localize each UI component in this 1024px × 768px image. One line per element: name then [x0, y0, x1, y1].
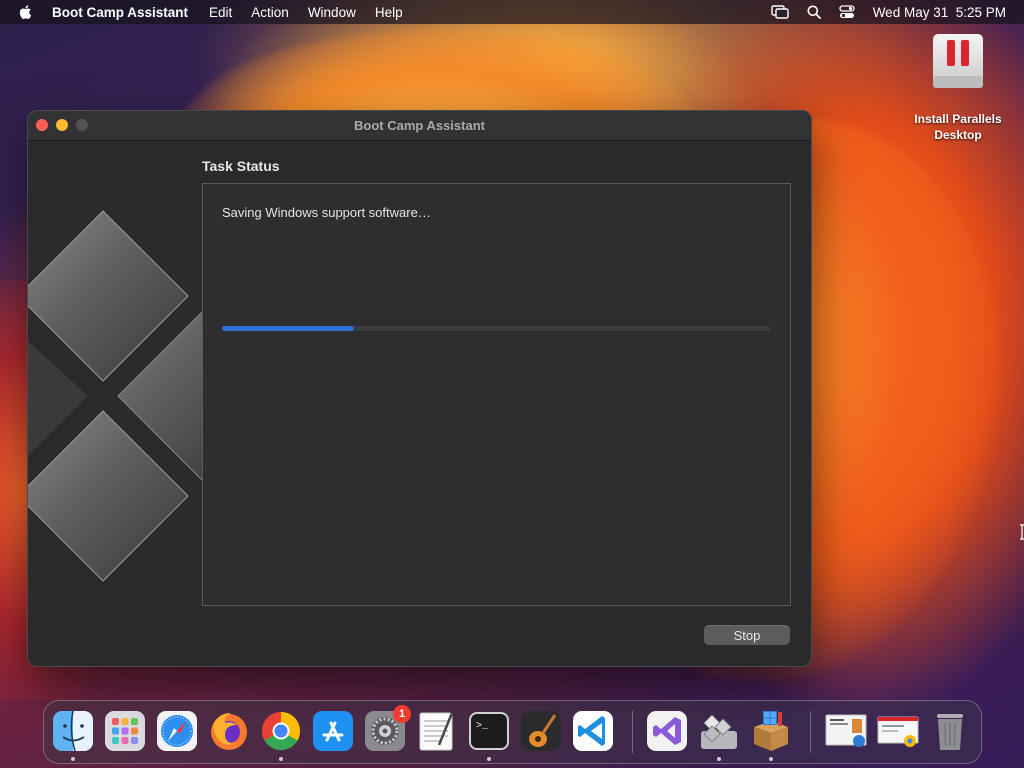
menu-bar-extras: Wed May 31 5:25 PM [770, 0, 1006, 24]
install-parallels-desktop-icon[interactable]: Install Parallels Desktop [900, 32, 1016, 143]
control-center-icon[interactable] [839, 5, 855, 19]
menu-clock[interactable]: Wed May 31 5:25 PM [873, 5, 1006, 20]
menu-action[interactable]: Action [251, 5, 289, 20]
notification-badge: 1 [393, 705, 411, 723]
task-status-heading: Task Status [202, 158, 280, 174]
textedit-icon[interactable] [415, 709, 459, 753]
window-titlebar[interactable]: Boot Camp Assistant [28, 111, 811, 141]
desktop-icon-label-line1: Install Parallels [914, 112, 1002, 126]
menu-help[interactable]: Help [375, 5, 403, 20]
visual-studio-icon[interactable] [645, 709, 689, 753]
menu-window[interactable]: Window [308, 5, 356, 20]
launchpad-icon[interactable] [103, 709, 147, 753]
system-settings-icon[interactable]: 1 [363, 705, 411, 753]
garageband-icon[interactable] [519, 709, 563, 753]
task-status-panel: Saving Windows support software… [202, 183, 791, 606]
desktop-icon-label-line2: Desktop [934, 128, 982, 142]
boot-camp-window: Boot Camp Assistant Task Status Saving W… [27, 110, 812, 667]
spotlight-search-icon[interactable] [807, 5, 821, 19]
app-store-icon[interactable] [311, 709, 355, 753]
finder-icon[interactable] [51, 709, 95, 753]
installer-icon[interactable] [749, 709, 793, 753]
chrome-web-app-icon[interactable] [876, 709, 920, 753]
vscode-icon[interactable] [571, 709, 615, 753]
parallels-drive-icon [933, 34, 983, 88]
text-cursor-icon [1020, 524, 1024, 540]
svg-text:>_: >_ [476, 721, 489, 732]
boot-camp-icon[interactable] [697, 709, 741, 753]
menu-app-name[interactable]: Boot Camp Assistant [52, 5, 188, 20]
window-title: Boot Camp Assistant [354, 118, 485, 133]
stop-button[interactable]: Stop [704, 625, 790, 645]
apple-menu-icon[interactable] [18, 4, 34, 20]
status-message: Saving Windows support software… [222, 205, 431, 220]
trash-icon[interactable] [928, 709, 972, 753]
document-thumbnail-icon[interactable] [824, 709, 868, 753]
firefox-icon[interactable] [207, 709, 251, 753]
terminal-icon[interactable]: >_ [467, 709, 511, 753]
screen-mirroring-icon[interactable] [770, 5, 789, 19]
progress-bar [222, 326, 770, 331]
menu-edit[interactable]: Edit [209, 5, 232, 20]
chrome-icon[interactable] [259, 709, 303, 753]
safari-icon[interactable] [155, 709, 199, 753]
dock: 1 >_ [43, 700, 982, 764]
progress-bar-fill [222, 326, 354, 331]
menu-bar: Boot Camp Assistant Edit Action Window H… [0, 0, 1024, 24]
